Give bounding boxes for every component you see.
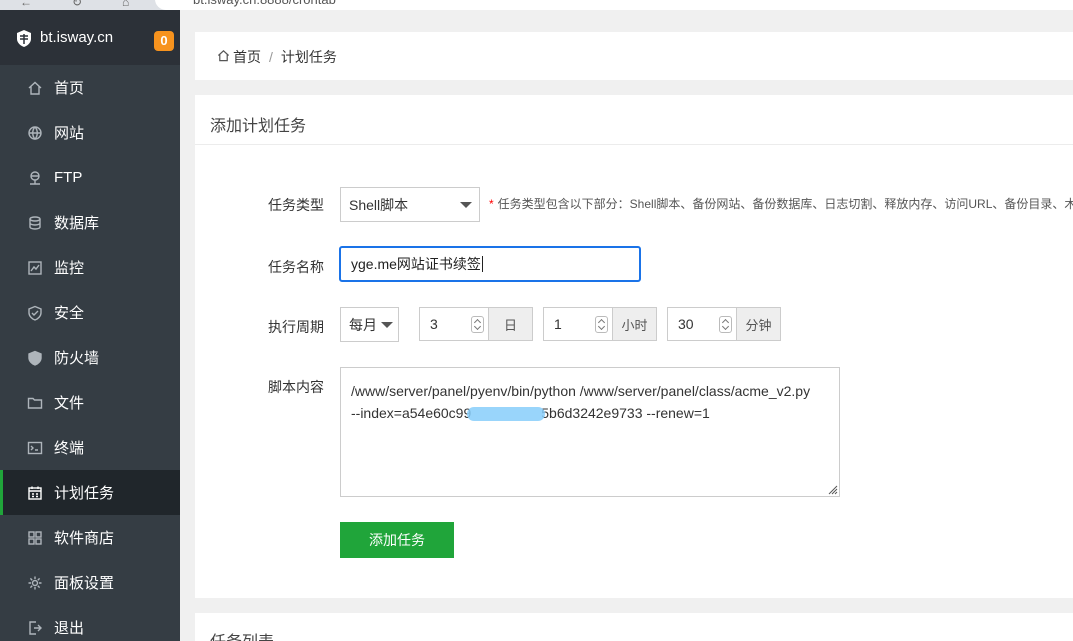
minute-value: 30: [678, 316, 694, 332]
card-title: 添加计划任务: [195, 95, 1073, 145]
sidebar-item-website[interactable]: 网站: [0, 110, 180, 155]
sidebar-item-security[interactable]: 安全: [0, 290, 180, 335]
database-icon: [26, 214, 44, 232]
minute-input[interactable]: 30: [668, 308, 736, 340]
home-icon: [217, 49, 233, 65]
day-unit: 日: [488, 308, 532, 340]
sidebar-item-label: 计划任务: [54, 485, 115, 502]
logout-icon: [26, 619, 44, 637]
minute-input-group: 30 分钟: [667, 307, 781, 341]
task-type-select[interactable]: Shell脚本: [340, 187, 480, 222]
sidebar-item-label: 首页: [54, 80, 85, 97]
url-bar[interactable]: bt.isway.cn:8888/crontab: [155, 0, 1073, 10]
home-icon: [26, 79, 44, 97]
terminal-icon: [26, 439, 44, 457]
ftp-icon: [26, 169, 44, 187]
script-textarea[interactable]: /www/server/panel/pyenv/bin/python /www/…: [340, 367, 840, 497]
sidebar: bt.isway.cn 0 首页 网站 FTP 数据库 监控 安全 防火墙 文件…: [0, 10, 180, 641]
sidebar-item-crontab[interactable]: 计划任务: [0, 470, 180, 515]
task-type-hint-text: 任务类型包含以下部分：Shell脚本、备份网站、备份数据库、日志切割、释放内存、…: [497, 197, 1073, 211]
sidebar-item-label: 文件: [54, 395, 85, 412]
sidebar-item-label: 终端: [54, 440, 85, 457]
sidebar-item-terminal[interactable]: 终端: [0, 425, 180, 470]
task-type-hint: * 任务类型包含以下部分：Shell脚本、备份网站、备份数据库、日志切割、释放内存…: [489, 195, 1073, 212]
hour-unit: 小时: [612, 308, 656, 340]
task-name-label: 任务名称: [268, 259, 324, 275]
home-browser-icon[interactable]: ⌂: [122, 0, 129, 9]
sidebar-item-label: FTP: [54, 169, 83, 186]
breadcrumb-current: 计划任务: [280, 49, 337, 65]
redaction-mark: [467, 407, 546, 422]
breadcrumb: 首页 / 计划任务: [217, 47, 337, 67]
task-name-value: yge.me网站证书续签: [351, 256, 481, 272]
sidebar-item-label: 面板设置: [54, 575, 115, 592]
resize-handle-icon[interactable]: [826, 483, 838, 495]
reload-icon[interactable]: ↻: [72, 0, 82, 9]
day-spinner-icon[interactable]: [471, 316, 484, 333]
cycle-select[interactable]: 每月: [340, 307, 399, 342]
chevron-down-icon: [381, 321, 393, 328]
sidebar-logo[interactable]: bt.isway.cn 0: [0, 10, 180, 65]
shield-check-icon: [26, 304, 44, 322]
firewall-shield-icon: [26, 349, 44, 367]
calendar-icon: [26, 484, 44, 502]
folder-icon: [26, 394, 44, 412]
sidebar-item-store[interactable]: 软件商店: [0, 515, 180, 560]
browser-chrome: ← ↻ ⌂ bt.isway.cn:8888/crontab: [0, 0, 1073, 10]
sidebar-item-ftp[interactable]: FTP: [0, 155, 180, 200]
script-line-1: /www/server/panel/pyenv/bin/python /www/…: [351, 383, 811, 399]
sidebar-item-files[interactable]: 文件: [0, 380, 180, 425]
breadcrumb-separator: /: [269, 49, 273, 65]
sidebar-item-firewall[interactable]: 防火墙: [0, 335, 180, 380]
required-star: *: [489, 197, 494, 211]
day-input[interactable]: 3: [420, 308, 488, 340]
bt-logo-icon: [14, 28, 34, 48]
text-cursor: [481, 256, 483, 272]
sidebar-item-settings[interactable]: 面板设置: [0, 560, 180, 605]
cycle-value: 每月: [349, 316, 377, 333]
breadcrumb-home-link[interactable]: 首页: [233, 47, 261, 67]
script-line-2: --index=a54e60c99 5b6d3242e9733 --renew=1: [351, 402, 829, 424]
message-count-badge[interactable]: 0: [154, 31, 174, 51]
script-label: 脚本内容: [268, 379, 324, 395]
hour-input-group: 1 小时: [543, 307, 657, 341]
sidebar-item-logout[interactable]: 退出: [0, 605, 180, 641]
day-input-group: 3 日: [419, 307, 533, 341]
sidebar-item-label: 安全: [54, 305, 85, 322]
breadcrumb-panel: 首页 / 计划任务: [195, 32, 1073, 80]
hour-spinner-icon[interactable]: [595, 316, 608, 333]
task-type-label: 任务类型: [268, 197, 324, 213]
globe-icon: [26, 124, 44, 142]
sidebar-item-label: 退出: [54, 620, 85, 637]
gear-icon: [26, 574, 44, 592]
task-type-value: Shell脚本: [349, 196, 409, 213]
chevron-down-icon: [460, 201, 472, 208]
back-icon[interactable]: ←: [20, 0, 32, 9]
sidebar-menu: 首页 网站 FTP 数据库 监控 安全 防火墙 文件 终端 计划任务 软件商店 …: [0, 65, 180, 641]
sidebar-item-label: 软件商店: [54, 530, 115, 547]
task-name-input[interactable]: yge.me网站证书续签: [339, 246, 641, 282]
script-line-2-end: 5b6d3242e9733 --renew=1: [541, 405, 710, 421]
task-list-title: 任务列表: [210, 628, 274, 641]
day-value: 3: [430, 316, 438, 332]
hour-value: 1: [554, 316, 562, 332]
task-list-card: 任务列表: [195, 613, 1073, 641]
brand-name: bt.isway.cn: [40, 29, 114, 46]
hour-input[interactable]: 1: [544, 308, 612, 340]
add-task-button[interactable]: 添加任务: [340, 522, 454, 558]
sidebar-item-label: 数据库: [54, 215, 100, 232]
minute-spinner-icon[interactable]: [719, 316, 732, 333]
sidebar-item-monitor[interactable]: 监控: [0, 245, 180, 290]
script-line-2-start: --index=a54e60c99: [351, 405, 472, 421]
sidebar-item-label: 网站: [54, 125, 85, 142]
sidebar-item-database[interactable]: 数据库: [0, 200, 180, 245]
sidebar-item-home[interactable]: 首页: [0, 65, 180, 110]
cycle-label: 执行周期: [268, 319, 324, 335]
minute-unit: 分钟: [736, 308, 780, 340]
apps-grid-icon: [26, 529, 44, 547]
monitor-icon: [26, 259, 44, 277]
sidebar-item-label: 防火墙: [54, 350, 100, 367]
add-task-card: 添加计划任务: [195, 95, 1073, 598]
sidebar-item-label: 监控: [54, 260, 85, 277]
